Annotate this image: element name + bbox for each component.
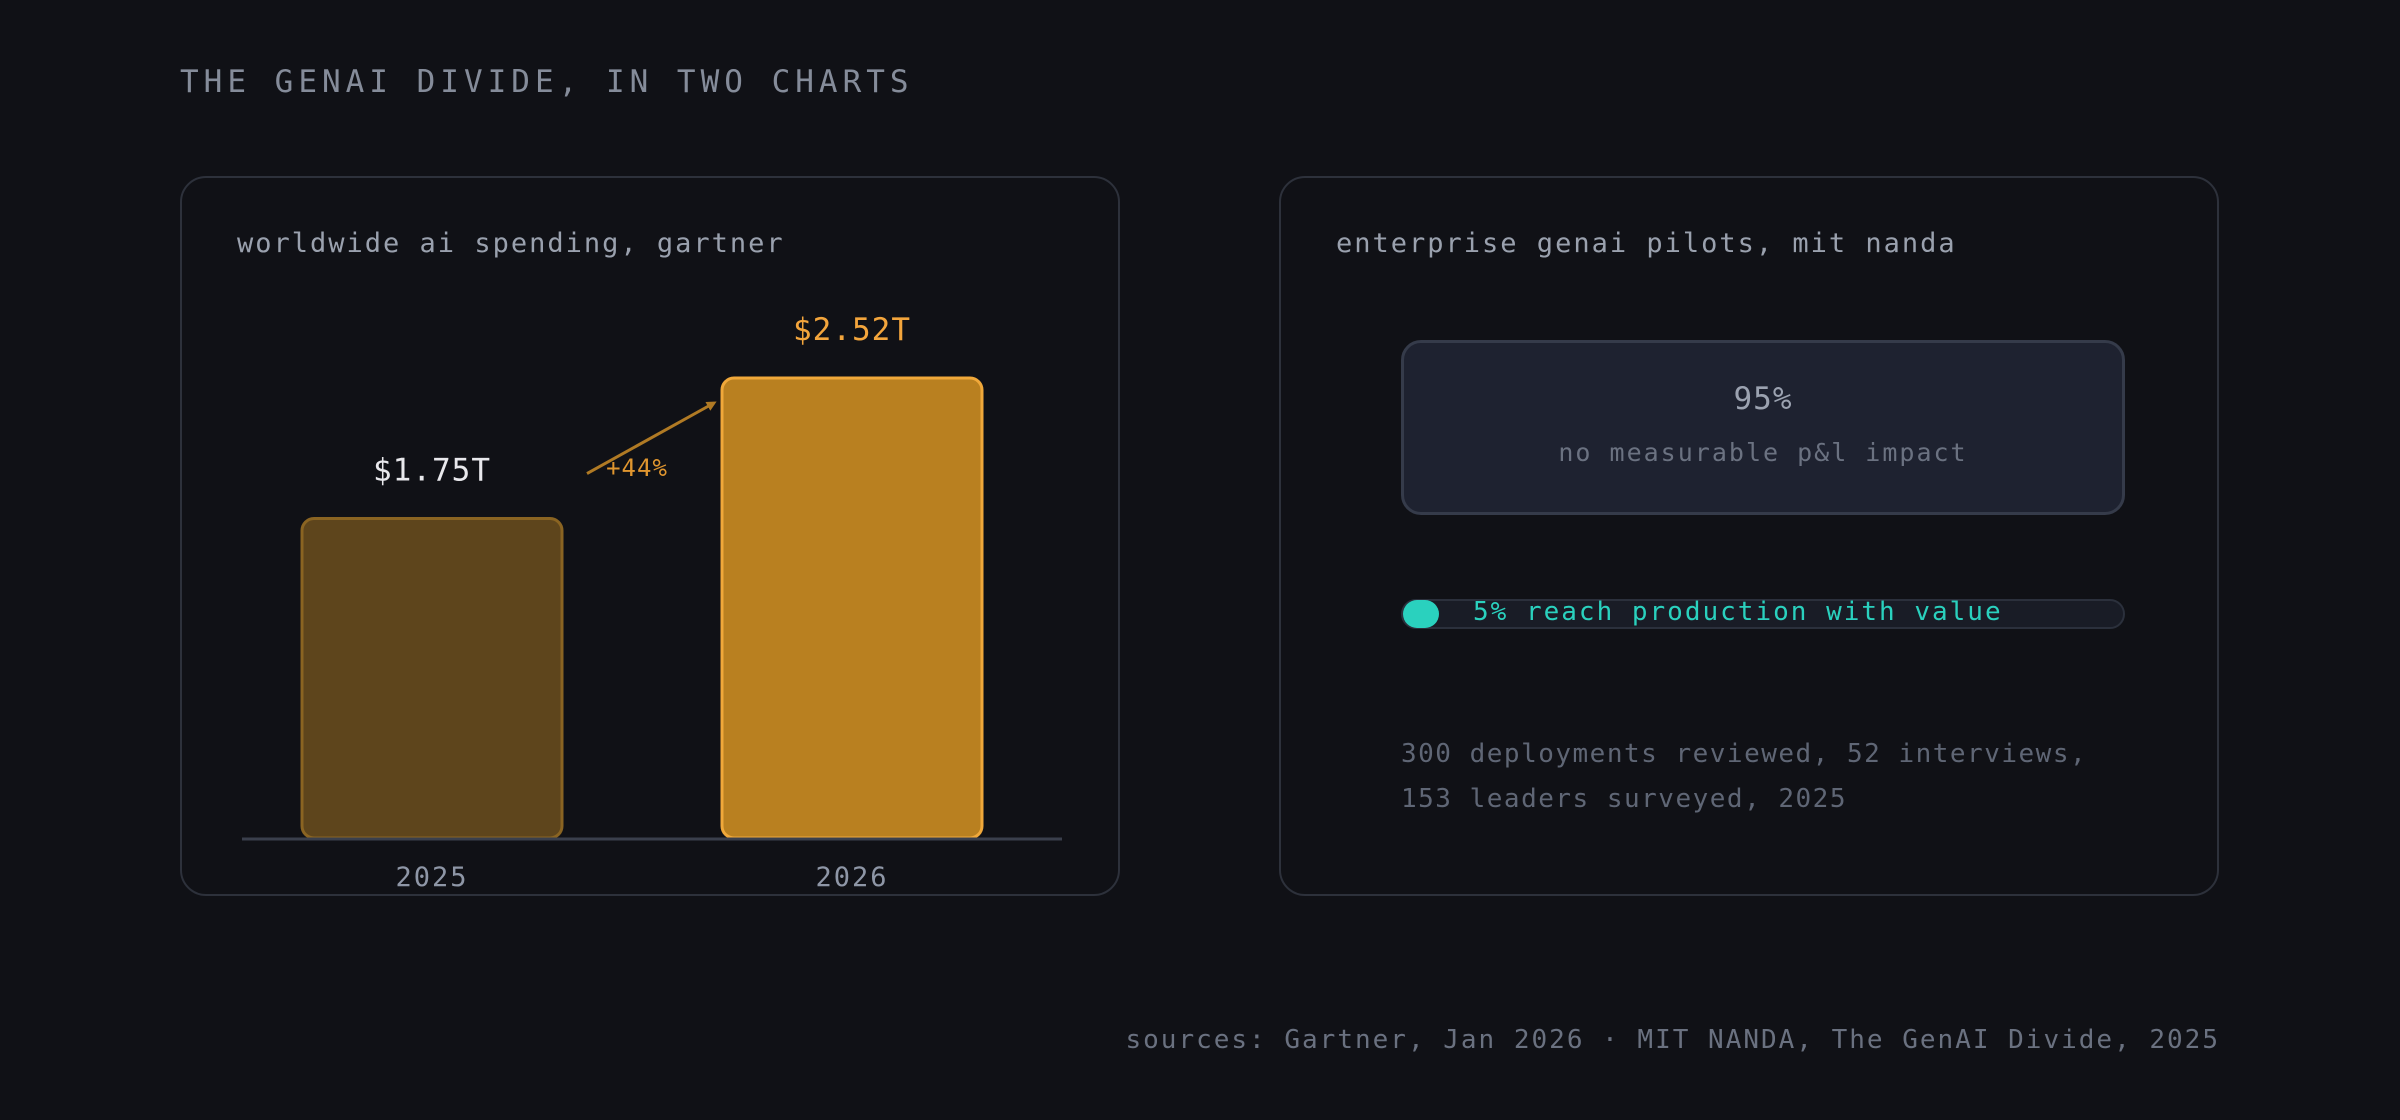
spending-chart-panel: worldwide ai spending, gartner $1.75T 202… [180,176,1120,896]
production-bar-fill [1403,600,1439,628]
category-label-2025: 2025 [395,862,468,893]
no-impact-box: 95% no measurable p&l impact [1401,340,2125,515]
methodology-note-line-1: 300 deployments reviewed, 52 interviews, [1401,739,2088,769]
sources-footer: sources: Gartner, Jan 2026 · MIT NANDA, … [1125,1025,2220,1055]
bar-2025 [300,517,564,840]
category-label-2026: 2026 [815,862,888,893]
pilots-panel: enterprise genai pilots, mit nanda 95% n… [1279,176,2219,896]
production-bar-track: 5% reach production with value [1401,597,2125,629]
value-label-2025: $1.75T [373,453,491,489]
pilots-panel-title: enterprise genai pilots, mit nanda [1336,228,1957,259]
methodology-note: 300 deployments reviewed, 52 interviews,… [1401,732,2087,822]
value-label-2026: $2.52T [793,312,911,348]
page-title: THE GENAI DIVIDE, IN TWO CHARTS [180,64,914,100]
methodology-note-line-2: 153 leaders surveyed, 2025 [1401,784,1847,814]
growth-label: +44% [606,454,668,482]
no-impact-label: no measurable p&l impact [1558,438,1968,467]
bar-2026 [720,376,984,840]
no-impact-value: 95% [1733,381,1793,417]
production-label: 5% reach production with value [1473,597,2003,627]
spending-bar-chart: $1.75T 2025 $2.52T 2026 +44% [242,312,1062,893]
